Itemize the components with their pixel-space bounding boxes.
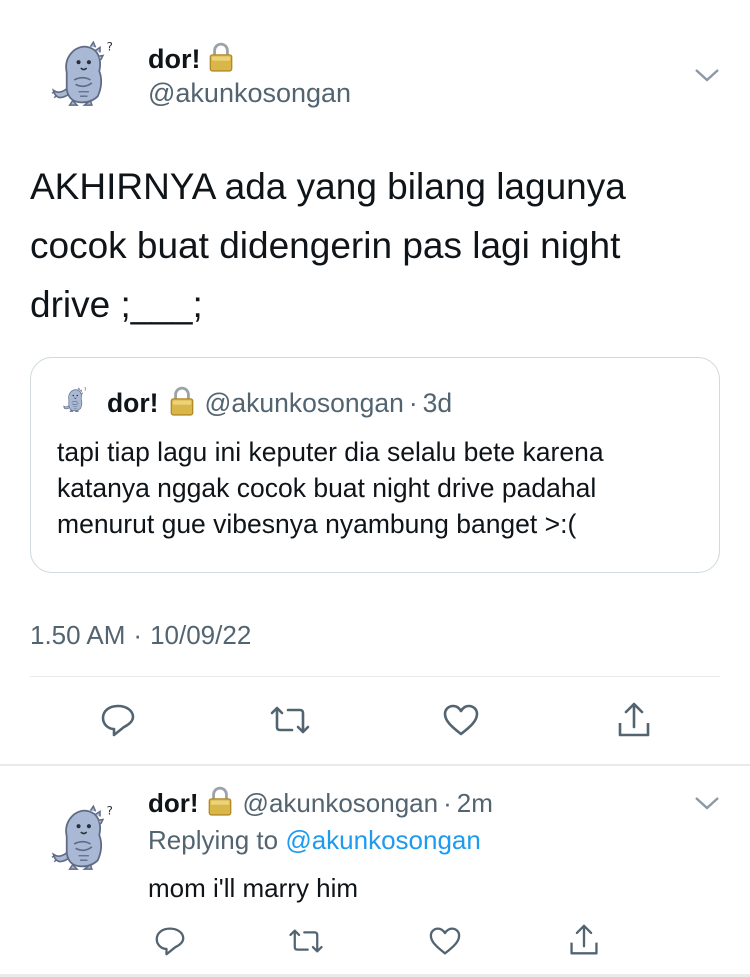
tweet-date: 10/09/22 bbox=[150, 620, 252, 650]
like-icon bbox=[443, 704, 479, 736]
separator-dot: · bbox=[133, 620, 143, 650]
tweet-text: AKHIRNYA ada yang bilang lagunya cocok b… bbox=[30, 157, 730, 334]
replying-to-label: Replying to bbox=[148, 825, 279, 855]
quoted-text-line: katanya nggak cocok buat night drive pad… bbox=[57, 473, 597, 503]
like-icon bbox=[429, 927, 461, 955]
retweet-button[interactable] bbox=[284, 922, 328, 960]
tweet-text-line: cocok buat didengerin pas lagi night bbox=[30, 225, 621, 266]
reply-text: mom i'll marry him bbox=[148, 873, 359, 903]
quoted-tweet-age: 3d bbox=[422, 388, 453, 418]
chevron-down-icon[interactable] bbox=[690, 60, 724, 90]
quoted-tweet-text: tapi tiap lagu ini keputer dia selalu be… bbox=[57, 434, 707, 542]
reply-button[interactable] bbox=[98, 700, 138, 740]
retweet-button[interactable] bbox=[268, 700, 312, 740]
reply-button[interactable] bbox=[150, 922, 190, 960]
tweet-text-line: AKHIRNYA ada yang bilang lagunya bbox=[30, 166, 626, 207]
reply-age: 2m bbox=[456, 788, 493, 818]
reply-icon bbox=[101, 704, 135, 737]
quoted-tweet[interactable]: dor! @akunkosongan · 3d tapi tiap lagu ini … bbox=[30, 357, 720, 573]
chevron-down-icon[interactable] bbox=[690, 788, 724, 818]
author-name[interactable]: dor! bbox=[148, 788, 199, 818]
share-button[interactable] bbox=[564, 920, 604, 960]
lock-icon bbox=[169, 386, 195, 416]
lock-icon bbox=[207, 786, 233, 816]
author-name[interactable]: dor! bbox=[148, 44, 200, 74]
divider bbox=[30, 676, 720, 677]
tweet-time: 1.50 AM bbox=[30, 620, 126, 650]
share-icon bbox=[618, 702, 650, 737]
share-button[interactable] bbox=[614, 698, 654, 742]
reply-icon bbox=[155, 927, 185, 956]
share-icon bbox=[570, 924, 598, 955]
author-handle[interactable]: @akunkosongan bbox=[148, 78, 351, 109]
tweet-timestamp[interactable]: 1.50 AM · 10/09/22 bbox=[30, 620, 251, 651]
like-button[interactable] bbox=[424, 922, 466, 960]
quoted-author-name: dor! bbox=[107, 388, 159, 418]
separator-dot: · bbox=[408, 388, 418, 418]
divider bbox=[0, 764, 750, 766]
retweet-icon bbox=[270, 706, 310, 734]
quoted-author-handle: @akunkosongan bbox=[204, 388, 404, 418]
separator-dot: · bbox=[443, 788, 452, 818]
lock-icon bbox=[208, 42, 234, 72]
like-button[interactable] bbox=[440, 700, 482, 740]
avatar bbox=[61, 384, 89, 416]
replying-to: Replying to @akunkosongan bbox=[148, 825, 481, 856]
author-handle[interactable]: @akunkosongan bbox=[243, 788, 439, 818]
retweet-icon bbox=[289, 929, 323, 953]
replying-to-handle-link[interactable]: @akunkosongan bbox=[285, 825, 481, 855]
avatar[interactable] bbox=[46, 800, 120, 876]
tweet-text-line: drive ;___; bbox=[30, 284, 203, 325]
reply-header: dor! @akunkosongan · 2m bbox=[148, 786, 493, 819]
avatar[interactable] bbox=[46, 36, 120, 112]
quoted-text-line: menurut gue vibesnya nyambung banget >:( bbox=[57, 509, 577, 539]
quoted-text-line: tapi tiap lagu ini keputer dia selalu be… bbox=[57, 437, 604, 467]
